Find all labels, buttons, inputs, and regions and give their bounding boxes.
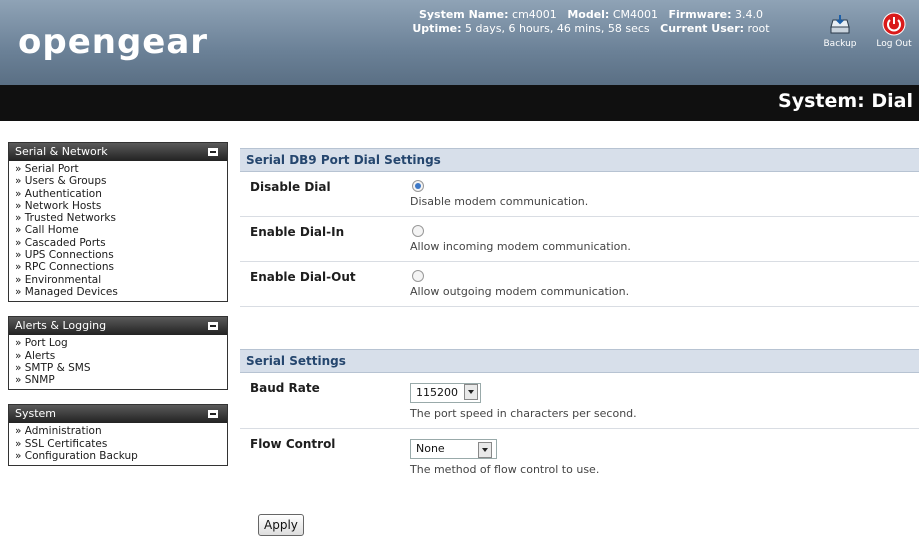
backup-button[interactable]: Backup (818, 12, 862, 49)
current-user-value: root (747, 22, 770, 35)
menu-header-serial-network[interactable]: Serial & Network (9, 143, 227, 161)
current-user-label: Current User: (660, 22, 745, 35)
logout-label: Log Out (876, 39, 912, 49)
baud-rate-desc: The port speed in characters per second. (410, 407, 637, 420)
enable-dial-in-radio[interactable] (412, 225, 424, 237)
opengear-logo: opengear (18, 22, 209, 62)
menu-header-system[interactable]: System (9, 405, 227, 424)
collapse-icon[interactable] (208, 148, 218, 156)
sidebar-item-rpc-connections[interactable]: RPC Connections (15, 261, 221, 273)
sidebar-item-snmp[interactable]: SNMP (15, 374, 221, 386)
system-name-label: System Name: (418, 8, 509, 21)
firmware-value: 3.4.0 (735, 8, 764, 21)
sidebar-item-administration[interactable]: Administration (15, 425, 221, 437)
uptime-label: Uptime: (412, 22, 462, 35)
sidebar-item-managed-devices[interactable]: Managed Devices (15, 286, 221, 298)
header-bar: opengear System Name: cm4001 Model: CM40… (0, 0, 919, 85)
menu-header-alerts-logging[interactable]: Alerts & Logging (9, 317, 227, 336)
model-label: Model: (567, 8, 610, 21)
sidebar-item-environmental[interactable]: Environmental (15, 274, 221, 286)
row-baud-rate: Baud Rate 115200 The port speed in chara… (240, 373, 919, 429)
uptime-value: 5 days, 6 hours, 46 mins, 58 secs (465, 22, 650, 35)
system-name-value: cm4001 (512, 8, 557, 21)
firmware-label: Firmware: (668, 8, 732, 21)
menu-title: Alerts & Logging (15, 319, 107, 333)
menu-system: System Administration SSL Certificates C… (8, 404, 228, 467)
flow-control-label: Flow Control (250, 437, 336, 451)
dropdown-arrow-icon[interactable] (464, 384, 478, 400)
backup-label: Backup (823, 39, 857, 49)
logout-button[interactable]: Log Out (872, 12, 916, 49)
disable-dial-label: Disable Dial (250, 180, 331, 194)
flow-control-desc: The method of flow control to use. (410, 463, 600, 476)
row-flow-control: Flow Control None The method of flow con… (240, 429, 919, 484)
collapse-icon[interactable] (208, 410, 218, 419)
section-serial-settings-title: Serial Settings (240, 349, 919, 373)
sidebar-item-network-hosts[interactable]: Network Hosts (15, 200, 221, 212)
backup-icon (830, 15, 850, 34)
row-enable-dial-out: Enable Dial-Out Allow outgoing modem com… (240, 262, 919, 307)
sidebar: Serial & Network Serial Port Users & Gro… (8, 142, 228, 480)
disable-dial-desc: Disable modem communication. (410, 195, 589, 208)
sidebar-item-authentication[interactable]: Authentication (15, 188, 221, 200)
page-title: System: Dial (778, 90, 913, 112)
enable-dial-out-radio[interactable] (412, 270, 424, 282)
row-enable-dial-in: Enable Dial-In Allow incoming modem comm… (240, 217, 919, 262)
collapse-icon[interactable] (208, 322, 218, 331)
enable-dial-in-label: Enable Dial-In (250, 225, 345, 239)
system-info: System Name: cm4001 Model: CM4001 Firmwa… (372, 8, 810, 36)
baud-rate-value: 115200 (416, 386, 458, 399)
disable-dial-radio[interactable] (412, 180, 424, 192)
sidebar-item-alerts[interactable]: Alerts (15, 350, 221, 362)
flow-control-value: None (416, 442, 445, 455)
menu-title: System (15, 407, 57, 421)
enable-dial-in-desc: Allow incoming modem communication. (410, 240, 631, 253)
menu-serial-network: Serial & Network Serial Port Users & Gro… (8, 142, 228, 303)
baud-rate-select[interactable]: 115200 (410, 383, 481, 403)
sidebar-item-smtp-sms[interactable]: SMTP & SMS (15, 362, 221, 374)
power-icon (882, 12, 906, 36)
baud-rate-label: Baud Rate (250, 381, 320, 395)
sidebar-item-configuration-backup[interactable]: Configuration Backup (15, 450, 221, 462)
section-dial-settings-title: Serial DB9 Port Dial Settings (240, 148, 919, 172)
row-disable-dial: Disable Dial Disable modem communication… (240, 172, 919, 217)
dropdown-arrow-icon[interactable] (478, 442, 492, 458)
enable-dial-out-label: Enable Dial-Out (250, 270, 356, 284)
menu-title: Serial & Network (15, 145, 108, 158)
menu-list-serial-network: Serial Port Users & Groups Authenticatio… (9, 161, 227, 301)
flow-control-select[interactable]: None (410, 439, 497, 459)
sidebar-item-port-log[interactable]: Port Log (15, 337, 221, 349)
sidebar-item-serial-port[interactable]: Serial Port (15, 163, 221, 175)
sidebar-item-users-groups[interactable]: Users & Groups (15, 175, 221, 187)
apply-button[interactable]: Apply (258, 514, 304, 536)
main-content: Serial DB9 Port Dial Settings Disable Di… (240, 148, 919, 484)
enable-dial-out-desc: Allow outgoing modem communication. (410, 285, 630, 298)
sidebar-item-call-home[interactable]: Call Home (15, 224, 221, 236)
sidebar-item-cascaded-ports[interactable]: Cascaded Ports (15, 237, 221, 249)
sidebar-item-ups-connections[interactable]: UPS Connections (15, 249, 221, 261)
sidebar-item-trusted-networks[interactable]: Trusted Networks (15, 212, 221, 224)
menu-alerts-logging: Alerts & Logging Port Log Alerts SMTP & … (8, 316, 228, 391)
menu-list-system: Administration SSL Certificates Configur… (9, 423, 227, 465)
model-value: CM4001 (612, 8, 658, 21)
sidebar-item-ssl-certificates[interactable]: SSL Certificates (15, 438, 221, 450)
menu-list-alerts-logging: Port Log Alerts SMTP & SMS SNMP (9, 335, 227, 389)
